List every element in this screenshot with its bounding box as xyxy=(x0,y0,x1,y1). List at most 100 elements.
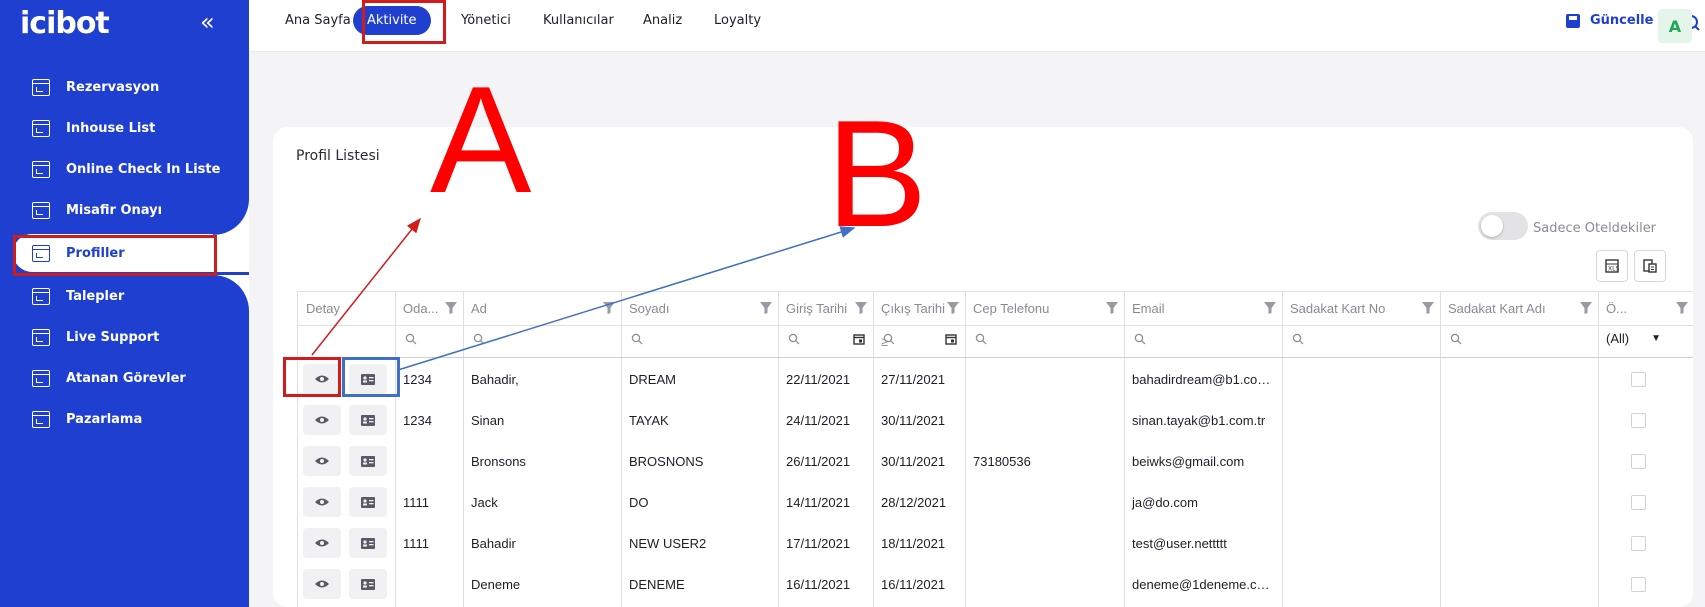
table-cell: 28/12/2021 xyxy=(881,495,947,510)
filter-icon[interactable] xyxy=(445,302,457,314)
view-detail-button[interactable] xyxy=(303,405,341,435)
column-header[interactable]: Cep Telefonu xyxy=(965,292,1124,325)
top-menu-item[interactable]: Analiz xyxy=(643,13,682,28)
svg-text:XLS: XLS xyxy=(1608,266,1619,273)
view-detail-button[interactable] xyxy=(303,528,341,558)
sidebar-item-misafir-onayı[interactable]: Misafir Onayı xyxy=(0,191,249,229)
table-cell: 17/11/2021 xyxy=(786,536,851,551)
column-header[interactable]: Sadakat Kart Adı xyxy=(1440,292,1598,325)
table-cell: Bronsons xyxy=(471,454,526,469)
row-checkbox[interactable] xyxy=(1631,454,1646,469)
profile-card-button[interactable] xyxy=(349,446,387,476)
annotation-box-aktivite xyxy=(362,0,446,44)
annotation-box-profiller xyxy=(13,235,217,276)
id-card-icon xyxy=(361,537,375,549)
table-cell: NEW USER2 xyxy=(629,536,707,551)
update-button[interactable]: Güncelle xyxy=(1566,13,1653,28)
row-checkbox[interactable] xyxy=(1631,536,1646,551)
calendar-icon xyxy=(32,160,50,178)
row-checkbox[interactable] xyxy=(1631,413,1646,428)
sidebar-item-label: Atanan Görevler xyxy=(66,370,186,386)
filter-icon[interactable] xyxy=(1422,302,1434,314)
filter-search-icon[interactable] xyxy=(631,333,643,345)
top-menu-item[interactable]: Loyalty xyxy=(714,13,761,28)
profile-card-button[interactable] xyxy=(349,487,387,517)
filter-icon[interactable] xyxy=(1676,302,1688,314)
calendar-icon[interactable] xyxy=(853,333,865,345)
filter-search-icon[interactable] xyxy=(1134,333,1146,345)
table-cell: Sinan xyxy=(471,413,505,428)
filter-operator[interactable]: ≥ xyxy=(873,325,888,357)
sidebar-item-talepler[interactable]: Talepler xyxy=(0,277,249,315)
table-cell: Jack xyxy=(471,495,498,510)
filter-search-icon[interactable] xyxy=(405,333,417,345)
filter-icon[interactable] xyxy=(1106,302,1118,314)
top-menu-item[interactable]: Kullanıcılar xyxy=(543,13,614,28)
row-checkbox[interactable] xyxy=(1631,495,1646,510)
table-cell: BROSNONS xyxy=(629,454,704,469)
filter-icon[interactable] xyxy=(603,302,615,314)
filter-search-icon[interactable] xyxy=(473,333,485,345)
view-detail-button[interactable] xyxy=(303,446,341,476)
table-cell: 16/11/2021 xyxy=(881,577,946,592)
column-header[interactable]: Soyadı xyxy=(621,292,778,325)
view-detail-button[interactable] xyxy=(303,569,341,599)
filter-icon[interactable] xyxy=(760,302,772,314)
sidebar-item-inhouse-list[interactable]: Inhouse List xyxy=(0,109,249,147)
excel-export-button[interactable]: XLS xyxy=(1596,250,1628,282)
table-cell: 16/11/2021 xyxy=(786,577,851,592)
table-cell xyxy=(965,400,1124,441)
calendar-icon xyxy=(32,78,50,96)
table-cell: 18/11/2021 xyxy=(881,536,946,551)
table-cell: DENEME xyxy=(629,577,685,592)
only-in-hotel-toggle[interactable] xyxy=(1478,212,1528,240)
row-checkbox[interactable] xyxy=(1631,577,1646,592)
sidebar-item-pazarlama[interactable]: Pazarlama xyxy=(0,400,249,438)
column-header[interactable]: Ad xyxy=(463,292,621,325)
calendar-icon[interactable] xyxy=(945,333,957,345)
table-cell: 30/11/2021 xyxy=(881,413,946,428)
top-menu-item[interactable]: Yönetici xyxy=(461,13,511,28)
sidebar-item-online-check-in-liste[interactable]: Online Check In Liste xyxy=(0,150,249,188)
filter-search-icon[interactable] xyxy=(975,333,987,345)
filter-search-icon[interactable] xyxy=(1450,333,1462,345)
profile-card-button[interactable] xyxy=(349,569,387,599)
annotation-box-detail xyxy=(283,357,341,397)
profile-card-button[interactable] xyxy=(349,528,387,558)
avatar[interactable]: A xyxy=(1658,9,1692,43)
column-divider xyxy=(1440,292,1441,607)
table-cell: 27/11/2021 xyxy=(881,372,946,387)
sidebar-item-atanan-görevler[interactable]: Atanan Görevler xyxy=(0,359,249,397)
row-checkbox[interactable] xyxy=(1631,372,1646,387)
column-chooser-button[interactable] xyxy=(1634,250,1666,282)
table-cell: DREAM xyxy=(629,372,676,387)
filter-search-icon[interactable] xyxy=(1292,333,1304,345)
column-header[interactable]: Email xyxy=(1124,292,1282,325)
table-cell xyxy=(395,564,463,605)
column-header[interactable]: Detay xyxy=(298,292,395,325)
sidebar-item-rezervasyon[interactable]: Rezervasyon xyxy=(0,68,249,106)
calendar-icon xyxy=(32,369,50,387)
table-cell: Deneme xyxy=(471,577,521,592)
top-menu-item[interactable]: Ana Sayfa xyxy=(285,13,351,28)
eye-icon xyxy=(315,580,329,588)
profile-card-button[interactable] xyxy=(349,405,387,435)
filter-divider xyxy=(298,357,1693,358)
view-detail-button[interactable] xyxy=(303,487,341,517)
id-card-icon xyxy=(361,455,375,467)
filter-search-icon[interactable] xyxy=(788,333,800,345)
id-card-icon xyxy=(361,414,375,426)
filter-icon[interactable] xyxy=(1264,302,1276,314)
filter-icon[interactable] xyxy=(855,302,867,314)
page-title: Profil Listesi xyxy=(296,148,380,164)
boolean-filter-select[interactable]: (All) ▼ xyxy=(1606,331,1661,346)
table-cell: 22/11/2021 xyxy=(786,372,851,387)
collapse-sidebar-icon[interactable]: « xyxy=(200,8,215,36)
table-cell: 1234 xyxy=(403,372,432,387)
filter-icon[interactable] xyxy=(947,302,959,314)
eye-icon xyxy=(315,498,329,506)
filter-icon[interactable] xyxy=(1580,302,1592,314)
sidebar-item-live-support[interactable]: Live Support xyxy=(0,318,249,356)
column-header[interactable]: Sadakat Kart No xyxy=(1282,292,1440,325)
table-cell: Bahadir xyxy=(471,536,516,551)
